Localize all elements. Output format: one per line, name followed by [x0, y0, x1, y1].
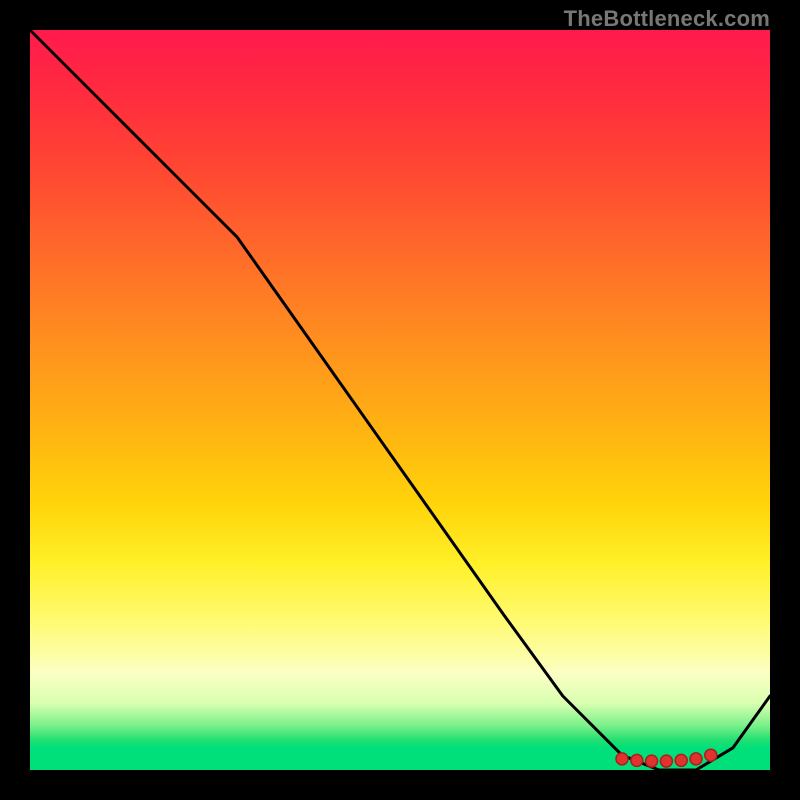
- watermark-text: TheBottleneck.com: [564, 6, 770, 32]
- marker-dot: [646, 755, 658, 767]
- chart-overlay: [30, 30, 770, 770]
- optimal-range-markers: [616, 749, 717, 767]
- plot-area: [30, 30, 770, 770]
- marker-dot: [675, 754, 687, 766]
- marker-dot: [705, 749, 717, 761]
- marker-dot: [616, 753, 628, 765]
- marker-dot: [660, 755, 672, 767]
- marker-dot: [690, 753, 702, 765]
- bottleneck-curve: [30, 30, 770, 770]
- chart-frame: TheBottleneck.com: [0, 0, 800, 800]
- marker-dot: [631, 754, 643, 766]
